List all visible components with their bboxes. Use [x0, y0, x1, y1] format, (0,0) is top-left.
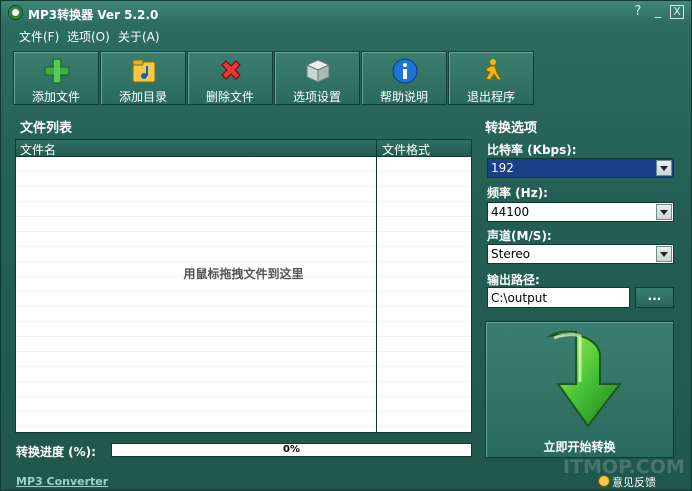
exit-button[interactable]: 退出程序 — [448, 51, 534, 105]
progress-bar: 0% — [111, 443, 472, 457]
title-bar: MP3转换器 Ver 5.2.0 ? _ X — [1, 1, 691, 25]
output-path-value: C:\output — [491, 291, 548, 305]
drop-hint: 用鼠标拖拽文件到这里 — [183, 267, 304, 281]
menu-file[interactable]: 文件(F) — [19, 28, 59, 45]
progress-label: 转换进度 (%): — [16, 445, 96, 459]
add-file-button[interactable]: 添加文件 — [13, 51, 99, 105]
browse-button[interactable]: ... — [635, 287, 674, 308]
channel-value: Stereo — [491, 247, 531, 261]
settings-button[interactable]: 选项设置 — [274, 51, 360, 105]
delete-file-button[interactable]: 删除文件 — [187, 51, 273, 105]
chevron-down-icon[interactable] — [656, 204, 672, 220]
app-name-link[interactable]: MP3 Converter — [16, 475, 108, 488]
chevron-down-icon[interactable] — [656, 246, 672, 262]
output-path-label: 输出路径: — [487, 273, 540, 287]
minimize-button[interactable]: _ — [651, 5, 665, 19]
frequency-value: 44100 — [491, 205, 530, 219]
chevron-down-icon[interactable] — [656, 160, 672, 176]
exit-label: 退出程序 — [466, 90, 515, 104]
frequency-label: 频率 (Hz): — [487, 186, 548, 200]
progress-text: 0% — [283, 444, 300, 455]
channel-label: 声道(M/S): — [487, 229, 552, 243]
add-folder-label: 添加目录 — [118, 90, 167, 104]
column-filename[interactable]: 文件名 — [20, 141, 56, 158]
plus-icon — [44, 58, 70, 84]
frequency-select[interactable]: 44100 — [487, 202, 674, 222]
start-convert-label: 立即开始转换 — [543, 440, 616, 454]
feedback-icon — [598, 475, 610, 487]
file-list-body — [16, 157, 471, 432]
file-list-title: 文件列表 — [20, 121, 73, 136]
help-doc-label: 帮助说明 — [379, 90, 428, 104]
bitrate-label: 比特率 (Kbps): — [487, 143, 577, 157]
delete-x-icon — [221, 60, 241, 80]
app-window: MP3转换器 Ver 5.2.0 ? _ X 文件(F) 选项(O) 关于(A)… — [0, 0, 692, 491]
column-format[interactable]: 文件格式 — [382, 141, 430, 158]
file-list[interactable]: 文件名 文件格式 用鼠标拖拽文件到这里 — [15, 139, 472, 433]
app-logo-icon — [8, 5, 23, 20]
bitrate-select[interactable]: 192 — [487, 158, 674, 178]
green-arrow-icon — [546, 330, 623, 428]
info-icon — [392, 58, 418, 84]
cube-settings-icon — [305, 59, 331, 83]
help-doc-button[interactable]: 帮助说明 — [361, 51, 447, 105]
delete-file-label: 删除文件 — [205, 90, 254, 104]
add-file-label: 添加文件 — [31, 90, 80, 104]
feedback-link[interactable]: 意见反馈 — [612, 474, 656, 490]
start-convert-button[interactable]: 立即开始转换 — [485, 321, 674, 458]
menu-about[interactable]: 关于(A) — [118, 28, 160, 45]
help-button[interactable]: ? — [631, 5, 645, 19]
menu-options[interactable]: 选项(O) — [67, 28, 110, 45]
menu-bar: 文件(F) 选项(O) 关于(A) — [1, 25, 691, 45]
window-title: MP3转换器 Ver 5.2.0 — [28, 8, 159, 22]
runner-exit-icon — [485, 59, 502, 81]
options-title: 转换选项 — [485, 121, 538, 136]
settings-label: 选项设置 — [292, 90, 341, 104]
folder-music-icon — [132, 59, 156, 83]
column-divider — [376, 140, 377, 432]
output-path-input[interactable]: C:\output — [487, 287, 630, 308]
file-list-header: 文件名 文件格式 — [16, 140, 471, 157]
channel-select[interactable]: Stereo — [487, 244, 674, 264]
bitrate-value: 192 — [491, 161, 514, 175]
close-button[interactable]: X — [670, 5, 684, 19]
add-folder-button[interactable]: 添加目录 — [100, 51, 186, 105]
